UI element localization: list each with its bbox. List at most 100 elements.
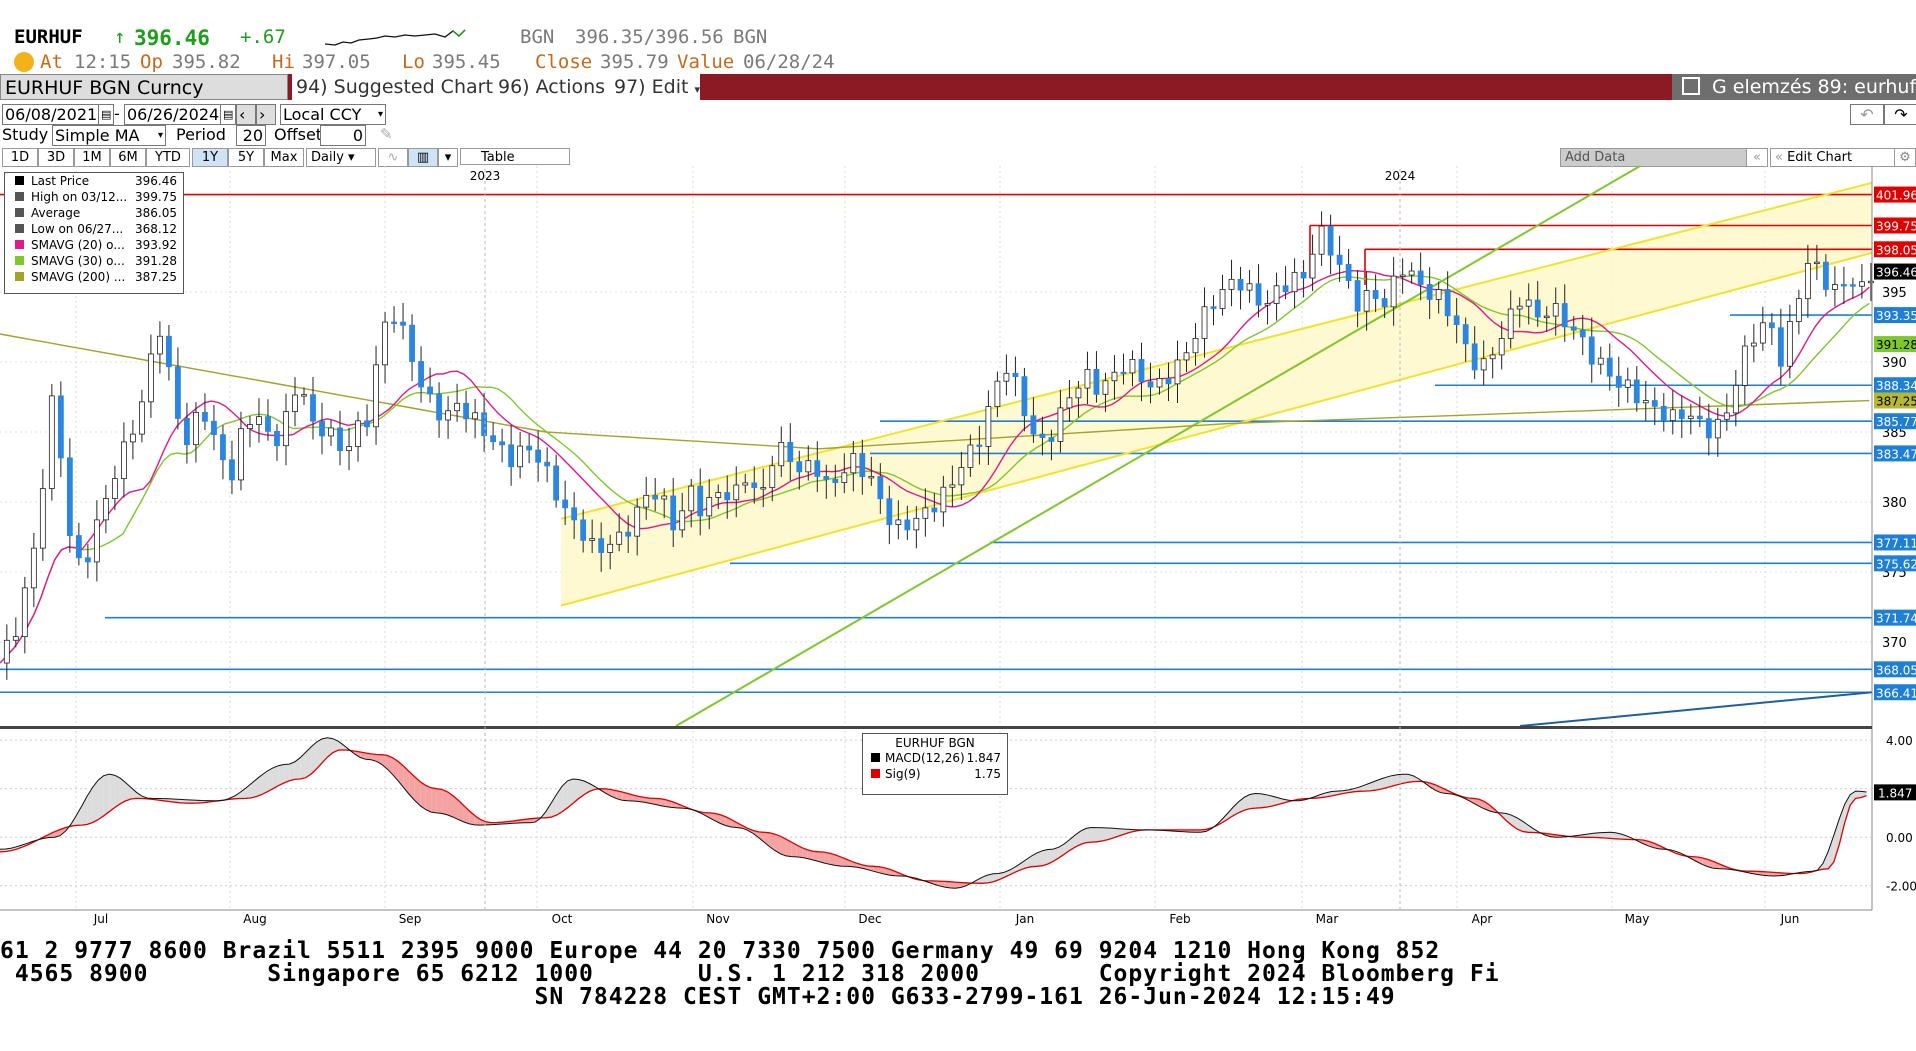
- candle-body: [526, 445, 533, 451]
- candle-body: [1165, 378, 1172, 385]
- price-chart[interactable]: 370375380385390395401.96399.75398.05396.…: [0, 0, 1916, 1051]
- price-label: 368.05: [1876, 663, 1916, 677]
- candle-body: [364, 420, 370, 428]
- candle-body: [481, 412, 488, 437]
- candle-body: [1624, 379, 1631, 388]
- macd-histogram-fill: [420, 781, 426, 810]
- legend-value: 393.92: [135, 238, 177, 252]
- candle-body: [1426, 284, 1433, 300]
- candle-body: [1399, 274, 1406, 277]
- candle-body: [886, 498, 893, 525]
- candle-body: [472, 412, 478, 420]
- candle-body: [616, 531, 623, 545]
- candle-body: [1750, 342, 1757, 347]
- candle-body: [1300, 271, 1307, 279]
- price-label: 399.75: [1876, 220, 1916, 234]
- candle-body: [3, 639, 10, 664]
- candle-body: [1021, 376, 1028, 417]
- candle-body: [535, 449, 542, 463]
- candle-body: [580, 519, 587, 541]
- candle-body: [958, 467, 965, 486]
- candle-body: [1237, 278, 1244, 291]
- legend-swatch: [871, 753, 880, 762]
- candle-body: [1849, 284, 1856, 287]
- candle-body: [93, 519, 100, 563]
- candle-body: [1246, 283, 1253, 291]
- candle-body: [796, 461, 803, 473]
- month-label: Feb: [1169, 912, 1190, 926]
- candle-body: [1066, 397, 1073, 409]
- price-label: 385.77: [1876, 415, 1916, 429]
- candle-body: [283, 411, 289, 447]
- month-label: Jul: [93, 912, 108, 926]
- price-tick-label: 395: [1882, 286, 1907, 301]
- candle-body: [1030, 415, 1037, 435]
- candle-body: [1129, 358, 1136, 374]
- candle-body: [111, 478, 118, 499]
- candle-body: [1741, 345, 1748, 386]
- candle-body: [742, 482, 749, 486]
- month-label: Jan: [1015, 912, 1035, 926]
- candle-body: [562, 499, 569, 509]
- candle-body: [157, 335, 163, 355]
- candle-body: [589, 538, 596, 541]
- candle-body: [706, 497, 713, 517]
- candle-body: [1228, 278, 1235, 290]
- candle-body: [1057, 407, 1064, 442]
- legend-row: SMAVG (30) o... 391.28: [5, 253, 183, 269]
- candle-body: [409, 324, 415, 362]
- macd-last-label: 1.847: [1878, 786, 1912, 800]
- candle-body: [400, 321, 406, 326]
- candle-body: [805, 460, 812, 473]
- candle-body: [1570, 326, 1577, 331]
- price-label: 366.41: [1876, 686, 1916, 700]
- candle-body: [48, 395, 55, 489]
- candle-body: [787, 441, 794, 463]
- macd-histogram-fill: [76, 805, 82, 826]
- candle-body: [868, 476, 875, 479]
- price-label: 401.96: [1876, 189, 1916, 203]
- candle-body: [310, 394, 316, 422]
- candle-body: [904, 519, 911, 531]
- price-label: 375.62: [1876, 557, 1916, 571]
- candle-body: [490, 435, 497, 443]
- candle-body: [1606, 357, 1613, 377]
- candle-body: [148, 353, 154, 403]
- candle-body: [1480, 358, 1487, 371]
- candle-body: [1255, 283, 1262, 306]
- macd-legend-row: MACD(12,26) 1.847: [863, 750, 1007, 766]
- legend-value: 1.847: [966, 751, 1001, 765]
- candle-body: [598, 538, 605, 553]
- candle-body: [1868, 280, 1874, 284]
- candle-body: [625, 531, 632, 537]
- legend-label: SMAVG (20) o...: [31, 238, 125, 252]
- long-trend-line: [1519, 691, 1873, 727]
- macd-histogram-fill: [130, 787, 137, 800]
- candle-body: [1696, 415, 1703, 420]
- macd-histogram-fill: [98, 775, 104, 820]
- candle-body: [337, 427, 343, 451]
- candle-body: [238, 428, 244, 481]
- candle-body: [1372, 290, 1379, 299]
- candle-body: [652, 494, 659, 500]
- macd-histogram-fill: [289, 761, 295, 781]
- macd-histogram-fill: [1086, 827, 1092, 843]
- month-label: Nov: [706, 912, 729, 926]
- candle-body: [1174, 359, 1181, 385]
- candle-body: [427, 386, 433, 395]
- candle-body: [1210, 306, 1217, 309]
- candle-body: [184, 418, 190, 446]
- candle-body: [1552, 303, 1559, 317]
- macd-histogram-fill: [109, 774, 115, 812]
- candle-body: [1714, 418, 1721, 439]
- candle-body: [1309, 253, 1316, 279]
- candle-body: [832, 478, 839, 483]
- candle-body: [66, 457, 73, 536]
- price-legend: Last Price 396.46 High on 03/12... 399.75 Av…: [4, 172, 184, 294]
- legend-value: 368.12: [135, 222, 177, 236]
- candle-body: [1840, 284, 1847, 287]
- legend-row: SMAVG (20) o... 393.92: [5, 237, 183, 253]
- candle-body: [1723, 412, 1730, 420]
- candle-body: [1543, 315, 1550, 318]
- month-label: Jun: [1780, 912, 1800, 926]
